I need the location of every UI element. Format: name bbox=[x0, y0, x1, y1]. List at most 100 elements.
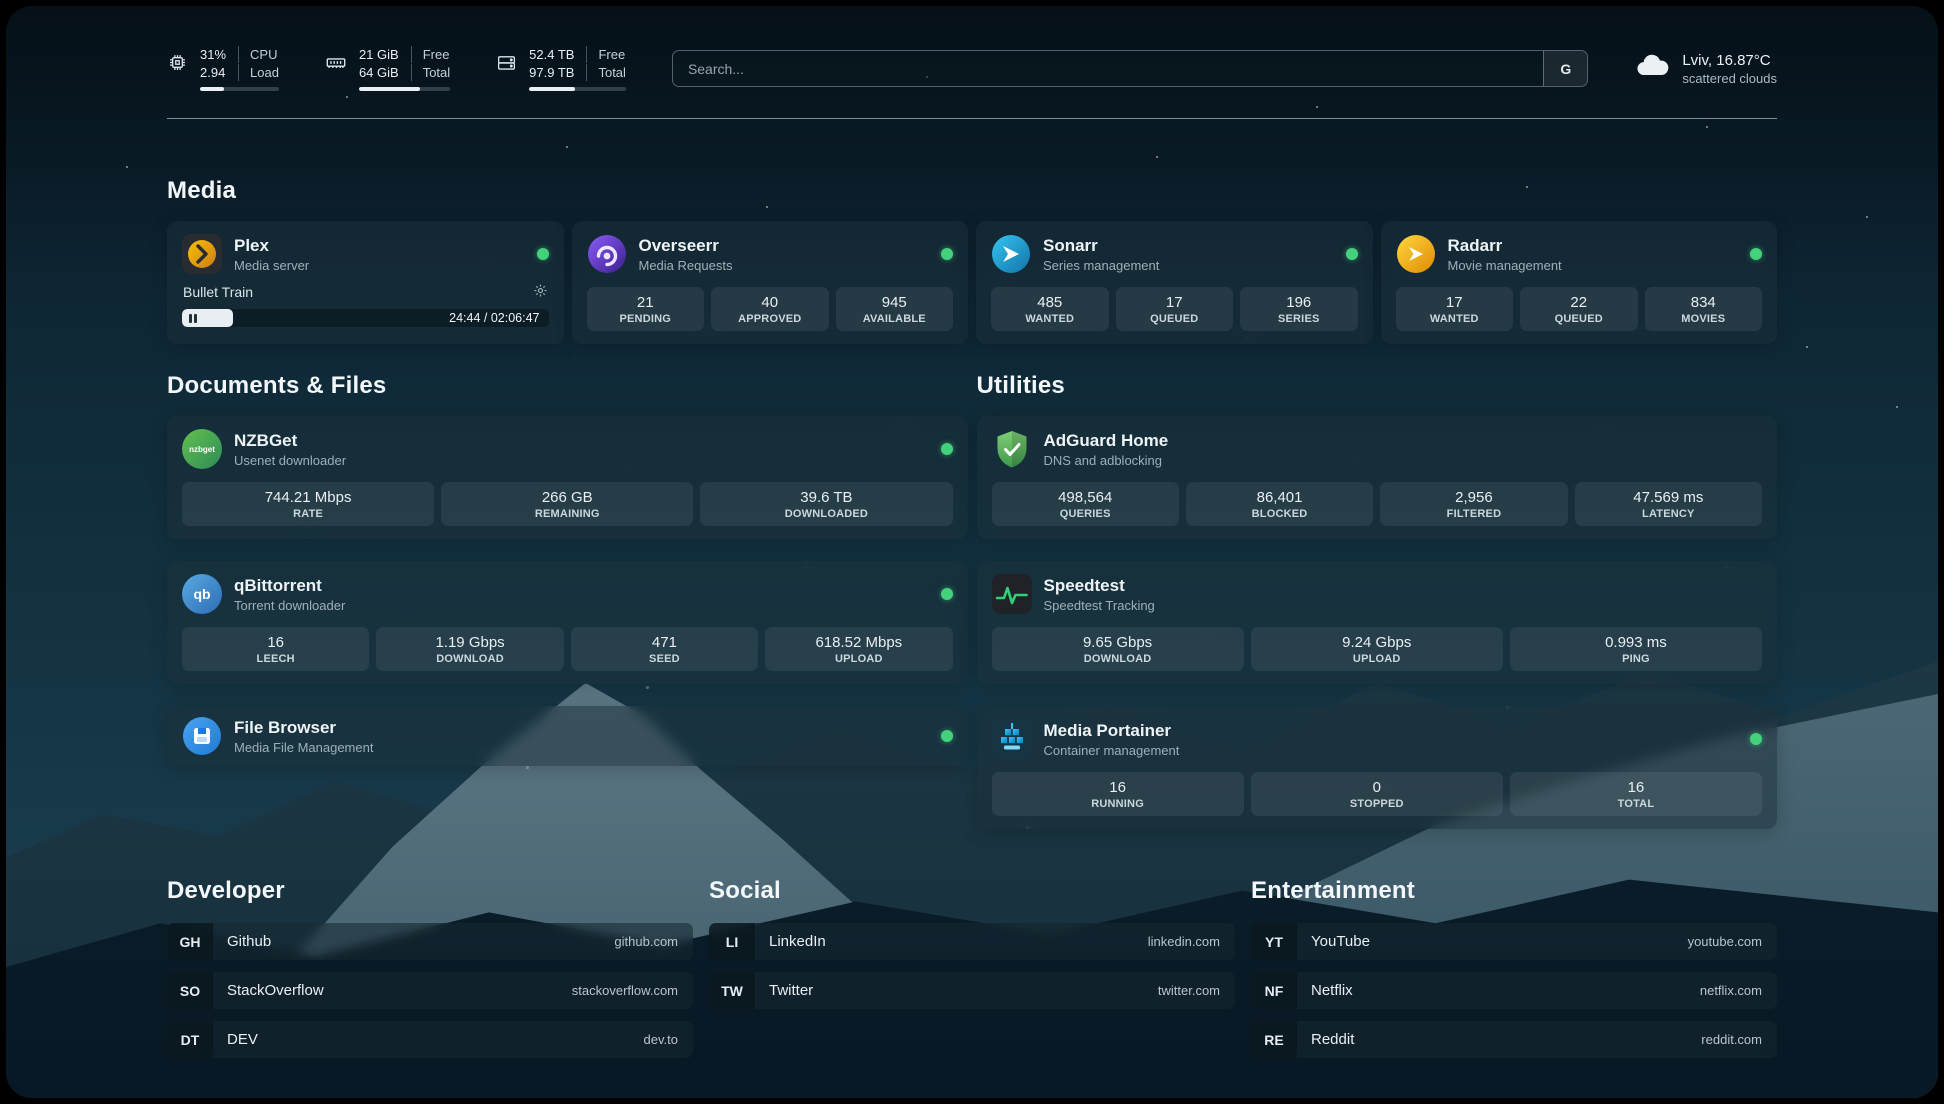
memory-usage-bar bbox=[359, 87, 450, 91]
service-card-qbittorrent: qb qBittorrent Torrent downloader 16 LEE… bbox=[167, 561, 968, 684]
bookmark-twitter[interactable]: TW Twitter twitter.com bbox=[709, 972, 1235, 1009]
section-title-developer: Developer bbox=[167, 877, 693, 905]
stat-wanted: 485 WANTED bbox=[991, 287, 1109, 331]
bookmark-netflix[interactable]: NF Netflix netflix.com bbox=[1251, 972, 1777, 1009]
disk-free-label: Free bbox=[586, 46, 625, 63]
filebrowser-icon bbox=[182, 716, 222, 756]
bookmark-abbr: YT bbox=[1251, 923, 1297, 960]
weather-location: Lviv, 16.87°C bbox=[1682, 52, 1777, 69]
cpu-usage-label: CPU bbox=[238, 46, 279, 63]
search-engine-button[interactable]: G bbox=[1543, 51, 1587, 86]
plex-now-playing: Bullet Train 24:44 / 02:06:47 bbox=[182, 283, 549, 327]
plex-icon bbox=[182, 234, 222, 274]
stat-upload: 9.24 Gbps UPLOAD bbox=[1251, 627, 1503, 671]
memory-total-label: Total bbox=[411, 64, 450, 81]
radarr-link[interactable]: Radarr Movie management bbox=[1396, 234, 1763, 274]
bookmark-name: Github bbox=[213, 933, 271, 950]
stat-ping: 0.993 ms PING bbox=[1510, 627, 1762, 671]
dashboard-screen: 31% CPU 2.94 Load 21 GiB Free 64 GiB Tot… bbox=[6, 6, 1938, 1098]
memory-total-value: 64 GiB bbox=[359, 64, 399, 81]
stat-remaining: 266 GB REMAINING bbox=[441, 482, 693, 526]
overseerr-name: Overseerr bbox=[639, 236, 733, 256]
bookmark-domain: netflix.com bbox=[1700, 983, 1777, 998]
bookmark-github[interactable]: GH Github github.com bbox=[167, 923, 693, 960]
bookmark-name: YouTube bbox=[1297, 933, 1370, 950]
service-card-nzbget: nzbget NZBGet Usenet downloader 744.21 M… bbox=[167, 416, 968, 539]
bookmark-domain: stackoverflow.com bbox=[572, 983, 693, 998]
filebrowser-link[interactable]: File Browser Media File Management bbox=[182, 716, 953, 756]
sonarr-subtitle: Series management bbox=[1043, 258, 1159, 273]
disk-total-value: 97.9 TB bbox=[529, 64, 574, 81]
bookmark-abbr: NF bbox=[1251, 972, 1297, 1009]
stat-movies: 834 MOVIES bbox=[1645, 287, 1763, 331]
search-input[interactable] bbox=[673, 51, 1543, 86]
section-title-social: Social bbox=[709, 877, 1235, 905]
bookmark-domain: github.com bbox=[614, 934, 693, 949]
disk-total-label: Total bbox=[586, 64, 625, 81]
bookmark-abbr: DT bbox=[167, 1021, 213, 1058]
speedtest-link[interactable]: Speedtest Speedtest Tracking bbox=[992, 574, 1763, 614]
overseerr-link[interactable]: Overseerr Media Requests bbox=[587, 234, 954, 274]
search-bar: G bbox=[672, 50, 1588, 87]
stat-filtered: 2,956 FILTERED bbox=[1380, 482, 1567, 526]
radarr-status-dot bbox=[1750, 248, 1762, 260]
stat-running: 16 RUNNING bbox=[992, 772, 1244, 816]
portainer-name: Media Portainer bbox=[1044, 721, 1180, 741]
radarr-subtitle: Movie management bbox=[1448, 258, 1562, 273]
bookmark-domain: dev.to bbox=[644, 1032, 693, 1047]
bookmark-youtube[interactable]: YT YouTube youtube.com bbox=[1251, 923, 1777, 960]
qbittorrent-link[interactable]: qb qBittorrent Torrent downloader bbox=[182, 574, 953, 614]
bookmark-name: Twitter bbox=[755, 982, 813, 999]
player-settings-icon[interactable] bbox=[533, 283, 548, 301]
memory-free-value: 21 GiB bbox=[359, 46, 399, 63]
stat-series: 196 SERIES bbox=[1240, 287, 1358, 331]
memory-free-label: Free bbox=[411, 46, 450, 63]
stat-stopped: 0 STOPPED bbox=[1251, 772, 1503, 816]
service-card-plex: Plex Media server Bullet Train bbox=[167, 221, 564, 344]
plex-link[interactable]: Plex Media server bbox=[182, 234, 549, 274]
cpu-load-label: Load bbox=[238, 64, 279, 81]
bookmark-domain: youtube.com bbox=[1688, 934, 1777, 949]
stat-queries: 498,564 QUERIES bbox=[992, 482, 1179, 526]
stat-leech: 16 LEECH bbox=[182, 627, 369, 671]
bookmark-name: DEV bbox=[213, 1031, 258, 1048]
section-title-documents: Documents & Files bbox=[167, 372, 968, 400]
bookmark-abbr: SO bbox=[167, 972, 213, 1009]
sonarr-link[interactable]: Sonarr Series management bbox=[991, 234, 1358, 274]
nzbget-icon: nzbget bbox=[182, 429, 222, 469]
nzbget-status-dot bbox=[941, 443, 953, 455]
stat-approved: 40 APPROVED bbox=[711, 287, 829, 331]
stat-pending: 21 PENDING bbox=[587, 287, 705, 331]
stat-queued: 17 QUEUED bbox=[1116, 287, 1234, 331]
service-card-speedtest: Speedtest Speedtest Tracking 9.65 Gbps D… bbox=[977, 561, 1778, 684]
playback-progress-bar: 24:44 / 02:06:47 bbox=[182, 309, 549, 327]
stat-blocked: 86,401 BLOCKED bbox=[1186, 482, 1373, 526]
pause-icon bbox=[189, 314, 197, 323]
bookmark-group-social: Social LI LinkedIn linkedin.com TW Twitt… bbox=[709, 877, 1235, 1058]
weather-condition: scattered clouds bbox=[1682, 71, 1777, 86]
stat-latency: 47.569 ms LATENCY bbox=[1575, 482, 1762, 526]
radarr-name: Radarr bbox=[1448, 236, 1562, 256]
playback-time: 24:44 / 02:06:47 bbox=[449, 311, 539, 325]
adguard-subtitle: DNS and adblocking bbox=[1044, 453, 1169, 468]
stat-seed: 471 SEED bbox=[571, 627, 758, 671]
stat-downloaded: 39.6 TB DOWNLOADED bbox=[700, 482, 952, 526]
filebrowser-name: File Browser bbox=[234, 718, 373, 738]
section-title-media: Media bbox=[167, 177, 1777, 205]
bookmark-reddit[interactable]: RE Reddit reddit.com bbox=[1251, 1021, 1777, 1058]
qbittorrent-status-dot bbox=[941, 588, 953, 600]
nzbget-link[interactable]: nzbget NZBGet Usenet downloader bbox=[182, 429, 953, 469]
bookmark-linkedin[interactable]: LI LinkedIn linkedin.com bbox=[709, 923, 1235, 960]
bookmark-domain: twitter.com bbox=[1158, 983, 1235, 998]
sonarr-name: Sonarr bbox=[1043, 236, 1159, 256]
weather-widget: Lviv, 16.87°C scattered clouds bbox=[1634, 48, 1777, 89]
bookmark-dev[interactable]: DT DEV dev.to bbox=[167, 1021, 693, 1058]
nzbget-subtitle: Usenet downloader bbox=[234, 453, 346, 468]
bookmark-stackoverflow[interactable]: SO StackOverflow stackoverflow.com bbox=[167, 972, 693, 1009]
portainer-link[interactable]: Media Portainer Container management bbox=[992, 719, 1763, 759]
disk-widget: 52.4 TB Free 97.9 TB Total bbox=[496, 46, 626, 91]
stat-download: 1.19 Gbps DOWNLOAD bbox=[376, 627, 563, 671]
background-snow-specks bbox=[6, 6, 9, 9]
portainer-status-dot bbox=[1750, 733, 1762, 745]
adguard-link[interactable]: AdGuard Home DNS and adblocking bbox=[992, 429, 1763, 469]
